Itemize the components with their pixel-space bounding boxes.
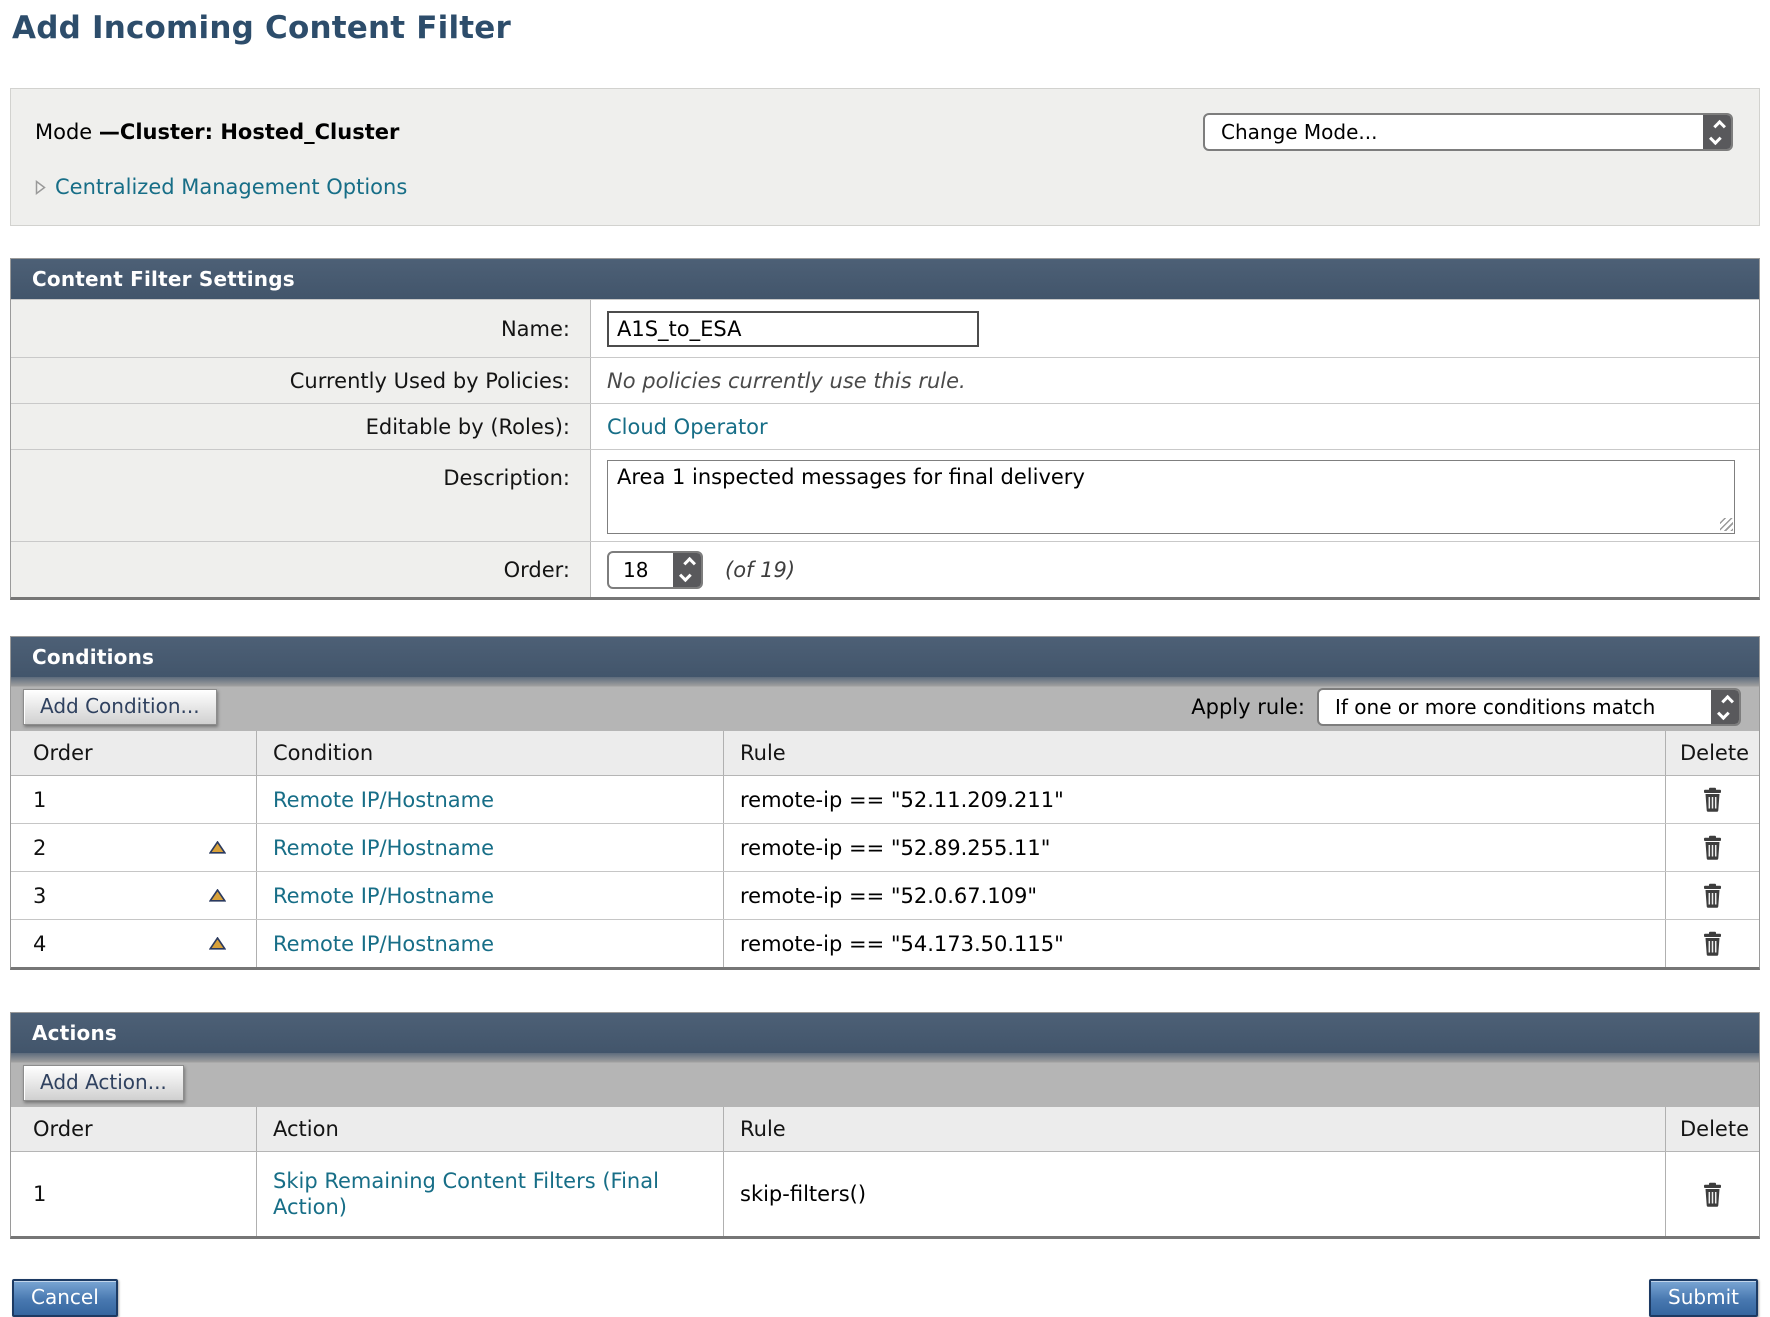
- trash-icon[interactable]: [1701, 931, 1724, 956]
- cancel-button[interactable]: Cancel: [12, 1279, 118, 1317]
- table-row: 4 Remote IP/Hostname remote-ip == "54.17…: [11, 919, 1759, 967]
- trash-icon[interactable]: [1701, 787, 1724, 812]
- name-input[interactable]: [607, 311, 979, 347]
- up-down-stepper-icon: [1703, 115, 1731, 149]
- roles-label: Editable by (Roles):: [11, 404, 591, 449]
- condition-link[interactable]: Remote IP/Hostname: [273, 884, 494, 908]
- mode-panel: Mode —Cluster: Hosted_Cluster Change Mod…: [10, 88, 1760, 226]
- column-order: Order: [11, 731, 256, 775]
- actions-toolbar: Add Action...: [11, 1053, 1759, 1107]
- column-condition: Condition: [256, 731, 723, 775]
- mode-cluster-value: —Cluster: Hosted_Cluster: [99, 120, 399, 144]
- row-order-number: 3: [33, 884, 46, 908]
- trash-icon[interactable]: [1701, 883, 1724, 908]
- table-row: 3 Remote IP/Hostname remote-ip == "52.0.…: [11, 871, 1759, 919]
- row-order-number: 1: [33, 788, 46, 812]
- content-filter-settings-header: Content Filter Settings: [11, 259, 1759, 299]
- condition-link[interactable]: Remote IP/Hostname: [273, 836, 494, 860]
- trash-icon[interactable]: [1701, 1182, 1724, 1207]
- centralized-management-options-link[interactable]: Centralized Management Options: [55, 175, 407, 199]
- row-order-number: 4: [33, 932, 46, 956]
- table-row: 2 Remote IP/Hostname remote-ip == "52.89…: [11, 823, 1759, 871]
- order-row: Order: 18 (of 19): [11, 541, 1759, 597]
- row-order-number: 2: [33, 836, 46, 860]
- up-down-stepper-icon: [673, 553, 701, 587]
- footer-buttons: Cancel Submit: [10, 1279, 1760, 1317]
- table-row: 1 Skip Remaining Content Filters (Final …: [11, 1152, 1759, 1236]
- column-delete: Delete: [1665, 731, 1759, 775]
- column-rule: Rule: [723, 731, 1665, 775]
- conditions-table-body: 1 Remote IP/Hostname remote-ip == "52.11…: [11, 776, 1759, 967]
- rule-text: remote-ip == "52.11.209.211": [723, 776, 1665, 823]
- table-row: 1 Remote IP/Hostname remote-ip == "52.11…: [11, 776, 1759, 823]
- apply-rule-select[interactable]: If one or more conditions match: [1317, 688, 1741, 726]
- column-rule: Rule: [723, 1107, 1665, 1151]
- triangle-right-icon: [35, 180, 46, 195]
- conditions-header: Conditions: [11, 637, 1759, 677]
- add-condition-button[interactable]: Add Condition...: [23, 689, 217, 725]
- rule-text: remote-ip == "52.89.255.11": [723, 824, 1665, 871]
- triangle-up-icon[interactable]: [209, 889, 226, 902]
- roles-row: Editable by (Roles): Cloud Operator: [11, 403, 1759, 449]
- page-title: Add Incoming Content Filter: [10, 0, 1760, 46]
- column-order: Order: [11, 1107, 256, 1151]
- action-link[interactable]: Skip Remaining Content Filters (Final Ac…: [273, 1168, 703, 1221]
- description-textarea[interactable]: Area 1 inspected messages for final deli…: [607, 460, 1735, 534]
- actions-header: Actions: [11, 1013, 1759, 1053]
- up-down-stepper-icon: [1711, 690, 1739, 724]
- condition-link[interactable]: Remote IP/Hostname: [273, 788, 494, 812]
- mode-label: Mode —Cluster: Hosted_Cluster: [35, 120, 399, 144]
- description-row: Description: Area 1 inspected messages f…: [11, 449, 1759, 541]
- name-label: Name:: [11, 300, 591, 357]
- description-label: Description:: [11, 450, 591, 541]
- order-total-note: (of 19): [725, 558, 795, 582]
- actions-section: Actions Add Action... Order Action Rule …: [10, 1012, 1760, 1239]
- order-label: Order:: [11, 542, 591, 597]
- rule-text: remote-ip == "52.0.67.109": [723, 872, 1665, 919]
- order-select[interactable]: 18: [607, 551, 703, 589]
- add-action-button[interactable]: Add Action...: [23, 1065, 184, 1101]
- page: Add Incoming Content Filter Mode —Cluste…: [0, 0, 1770, 1317]
- conditions-section: Conditions Add Condition... Apply rule: …: [10, 636, 1760, 970]
- triangle-up-icon[interactable]: [209, 937, 226, 950]
- actions-table-header: Order Action Rule Delete: [11, 1107, 1759, 1152]
- triangle-up-icon[interactable]: [209, 841, 226, 854]
- conditions-toolbar: Add Condition... Apply rule: If one or m…: [11, 677, 1759, 731]
- policies-row: Currently Used by Policies: No policies …: [11, 357, 1759, 403]
- rule-text: skip-filters(): [723, 1152, 1665, 1236]
- change-mode-select[interactable]: Change Mode...: [1203, 113, 1733, 151]
- column-delete: Delete: [1665, 1107, 1759, 1151]
- policies-value: No policies currently use this rule.: [591, 358, 1759, 403]
- submit-button[interactable]: Submit: [1649, 1279, 1758, 1317]
- cloud-operator-link[interactable]: Cloud Operator: [607, 415, 768, 439]
- column-action: Action: [256, 1107, 723, 1151]
- name-row: Name:: [11, 299, 1759, 357]
- rule-text: remote-ip == "54.173.50.115": [723, 920, 1665, 967]
- trash-icon[interactable]: [1701, 835, 1724, 860]
- content-filter-settings-section: Content Filter Settings Name: Currently …: [10, 258, 1760, 600]
- conditions-table-header: Order Condition Rule Delete: [11, 731, 1759, 776]
- policies-label: Currently Used by Policies:: [11, 358, 591, 403]
- actions-table-body: 1 Skip Remaining Content Filters (Final …: [11, 1152, 1759, 1236]
- row-order-number: 1: [33, 1182, 46, 1206]
- apply-rule-label: Apply rule:: [1191, 695, 1305, 719]
- condition-link[interactable]: Remote IP/Hostname: [273, 932, 494, 956]
